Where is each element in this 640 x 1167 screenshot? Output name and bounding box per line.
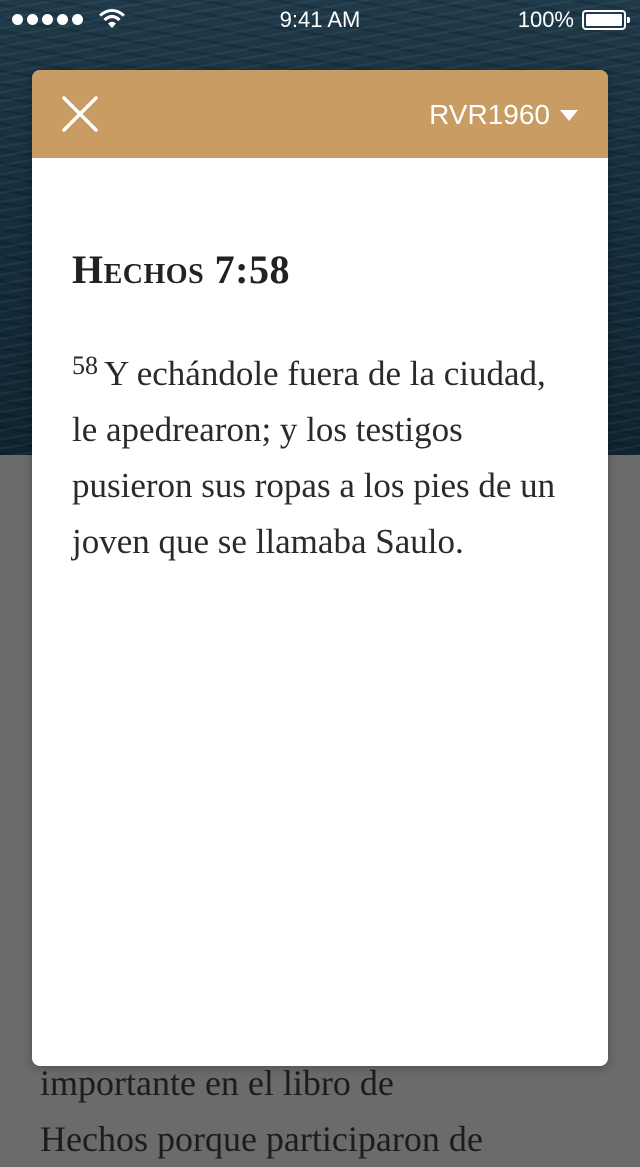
verse-body: 58 Y echándole fuera de la ciudad, le ape… [72, 346, 572, 570]
verse-reference: Hechos 7:58 [72, 247, 290, 292]
background-article-text: importante en el libro de Hechos porque … [40, 1055, 620, 1167]
verse-number: 58 [72, 351, 98, 380]
close-icon[interactable] [60, 94, 100, 134]
battery-icon [582, 10, 630, 30]
version-label: RVR1960 [429, 99, 550, 130]
version-selector[interactable]: RVR1960 [429, 98, 578, 132]
verse-text: Y echándole fuera de la ciudad, le apedr… [72, 354, 556, 561]
caret-down-icon [560, 109, 578, 121]
modal-header: RVR1960 [32, 70, 608, 158]
background-text-line: Hechos porque participaron de [40, 1119, 483, 1159]
verse-modal: RVR1960 Hechos 7:58 58 Y echándole fuera … [32, 70, 608, 1066]
battery-percentage: 100% [517, 7, 574, 32]
status-bar: 9:41 AM 100% [0, 0, 640, 40]
